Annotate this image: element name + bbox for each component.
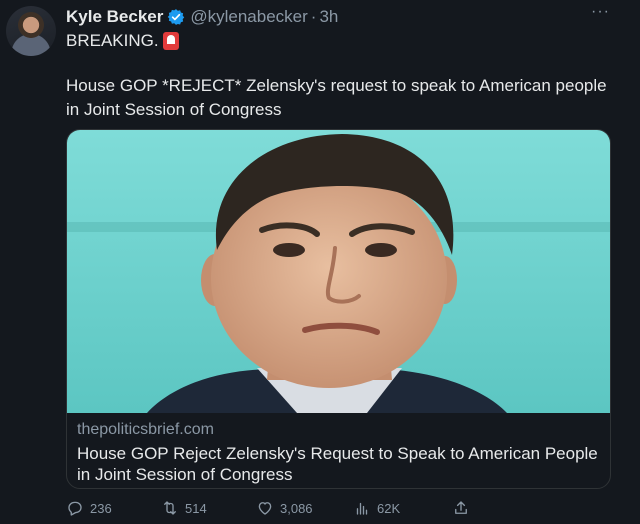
share-button[interactable] — [452, 499, 476, 517]
tweet-text-line-1: BREAKING. — [66, 31, 179, 51]
reply-button[interactable]: 236 — [66, 499, 112, 517]
share-icon — [455, 501, 467, 514]
tweet-body: House GOP *REJECT* Zelensky's request to… — [66, 76, 607, 119]
more-icon[interactable]: ··· — [591, 4, 610, 20]
like-count: 3,086 — [280, 500, 313, 516]
author-name[interactable]: Kyle Becker — [66, 7, 163, 27]
siren-emoji-icon — [162, 32, 179, 50]
retweet-count: 514 — [185, 500, 207, 516]
reply-icon — [68, 501, 82, 516]
card-image[interactable] — [67, 130, 610, 413]
link-card[interactable]: thepoliticsbrief.com House GOP Reject Ze… — [66, 129, 611, 489]
views-count: 62K — [377, 500, 401, 516]
card-domain: thepoliticsbrief.com — [77, 421, 214, 438]
action-bar: 236 514 3,086 62K — [66, 499, 486, 519]
header-separator: · — [310, 7, 317, 26]
card-title[interactable]: House GOP Reject Zelensky's Request to S… — [77, 443, 602, 485]
retweet-icon — [164, 501, 176, 515]
author-handle[interactable]: @kylenabecker — [190, 7, 307, 27]
tweet-timestamp[interactable]: 3h — [319, 7, 338, 27]
tweet-header: Kyle Becker @kylenabecker · 3h — [66, 6, 338, 28]
retweet-button[interactable]: 514 — [161, 499, 207, 517]
avatar[interactable] — [6, 6, 56, 56]
like-button[interactable]: 3,086 — [256, 499, 313, 517]
tweet[interactable]: Kyle Becker @kylenabecker · 3h ··· BREAK… — [0, 0, 640, 524]
views-icon — [356, 502, 368, 515]
reply-count: 236 — [90, 500, 112, 516]
breaking-text: BREAKING. — [66, 31, 159, 50]
card-photo — [67, 130, 610, 413]
like-icon — [258, 502, 272, 515]
views-button[interactable]: 62K — [353, 499, 400, 517]
verified-badge-icon — [168, 9, 185, 25]
